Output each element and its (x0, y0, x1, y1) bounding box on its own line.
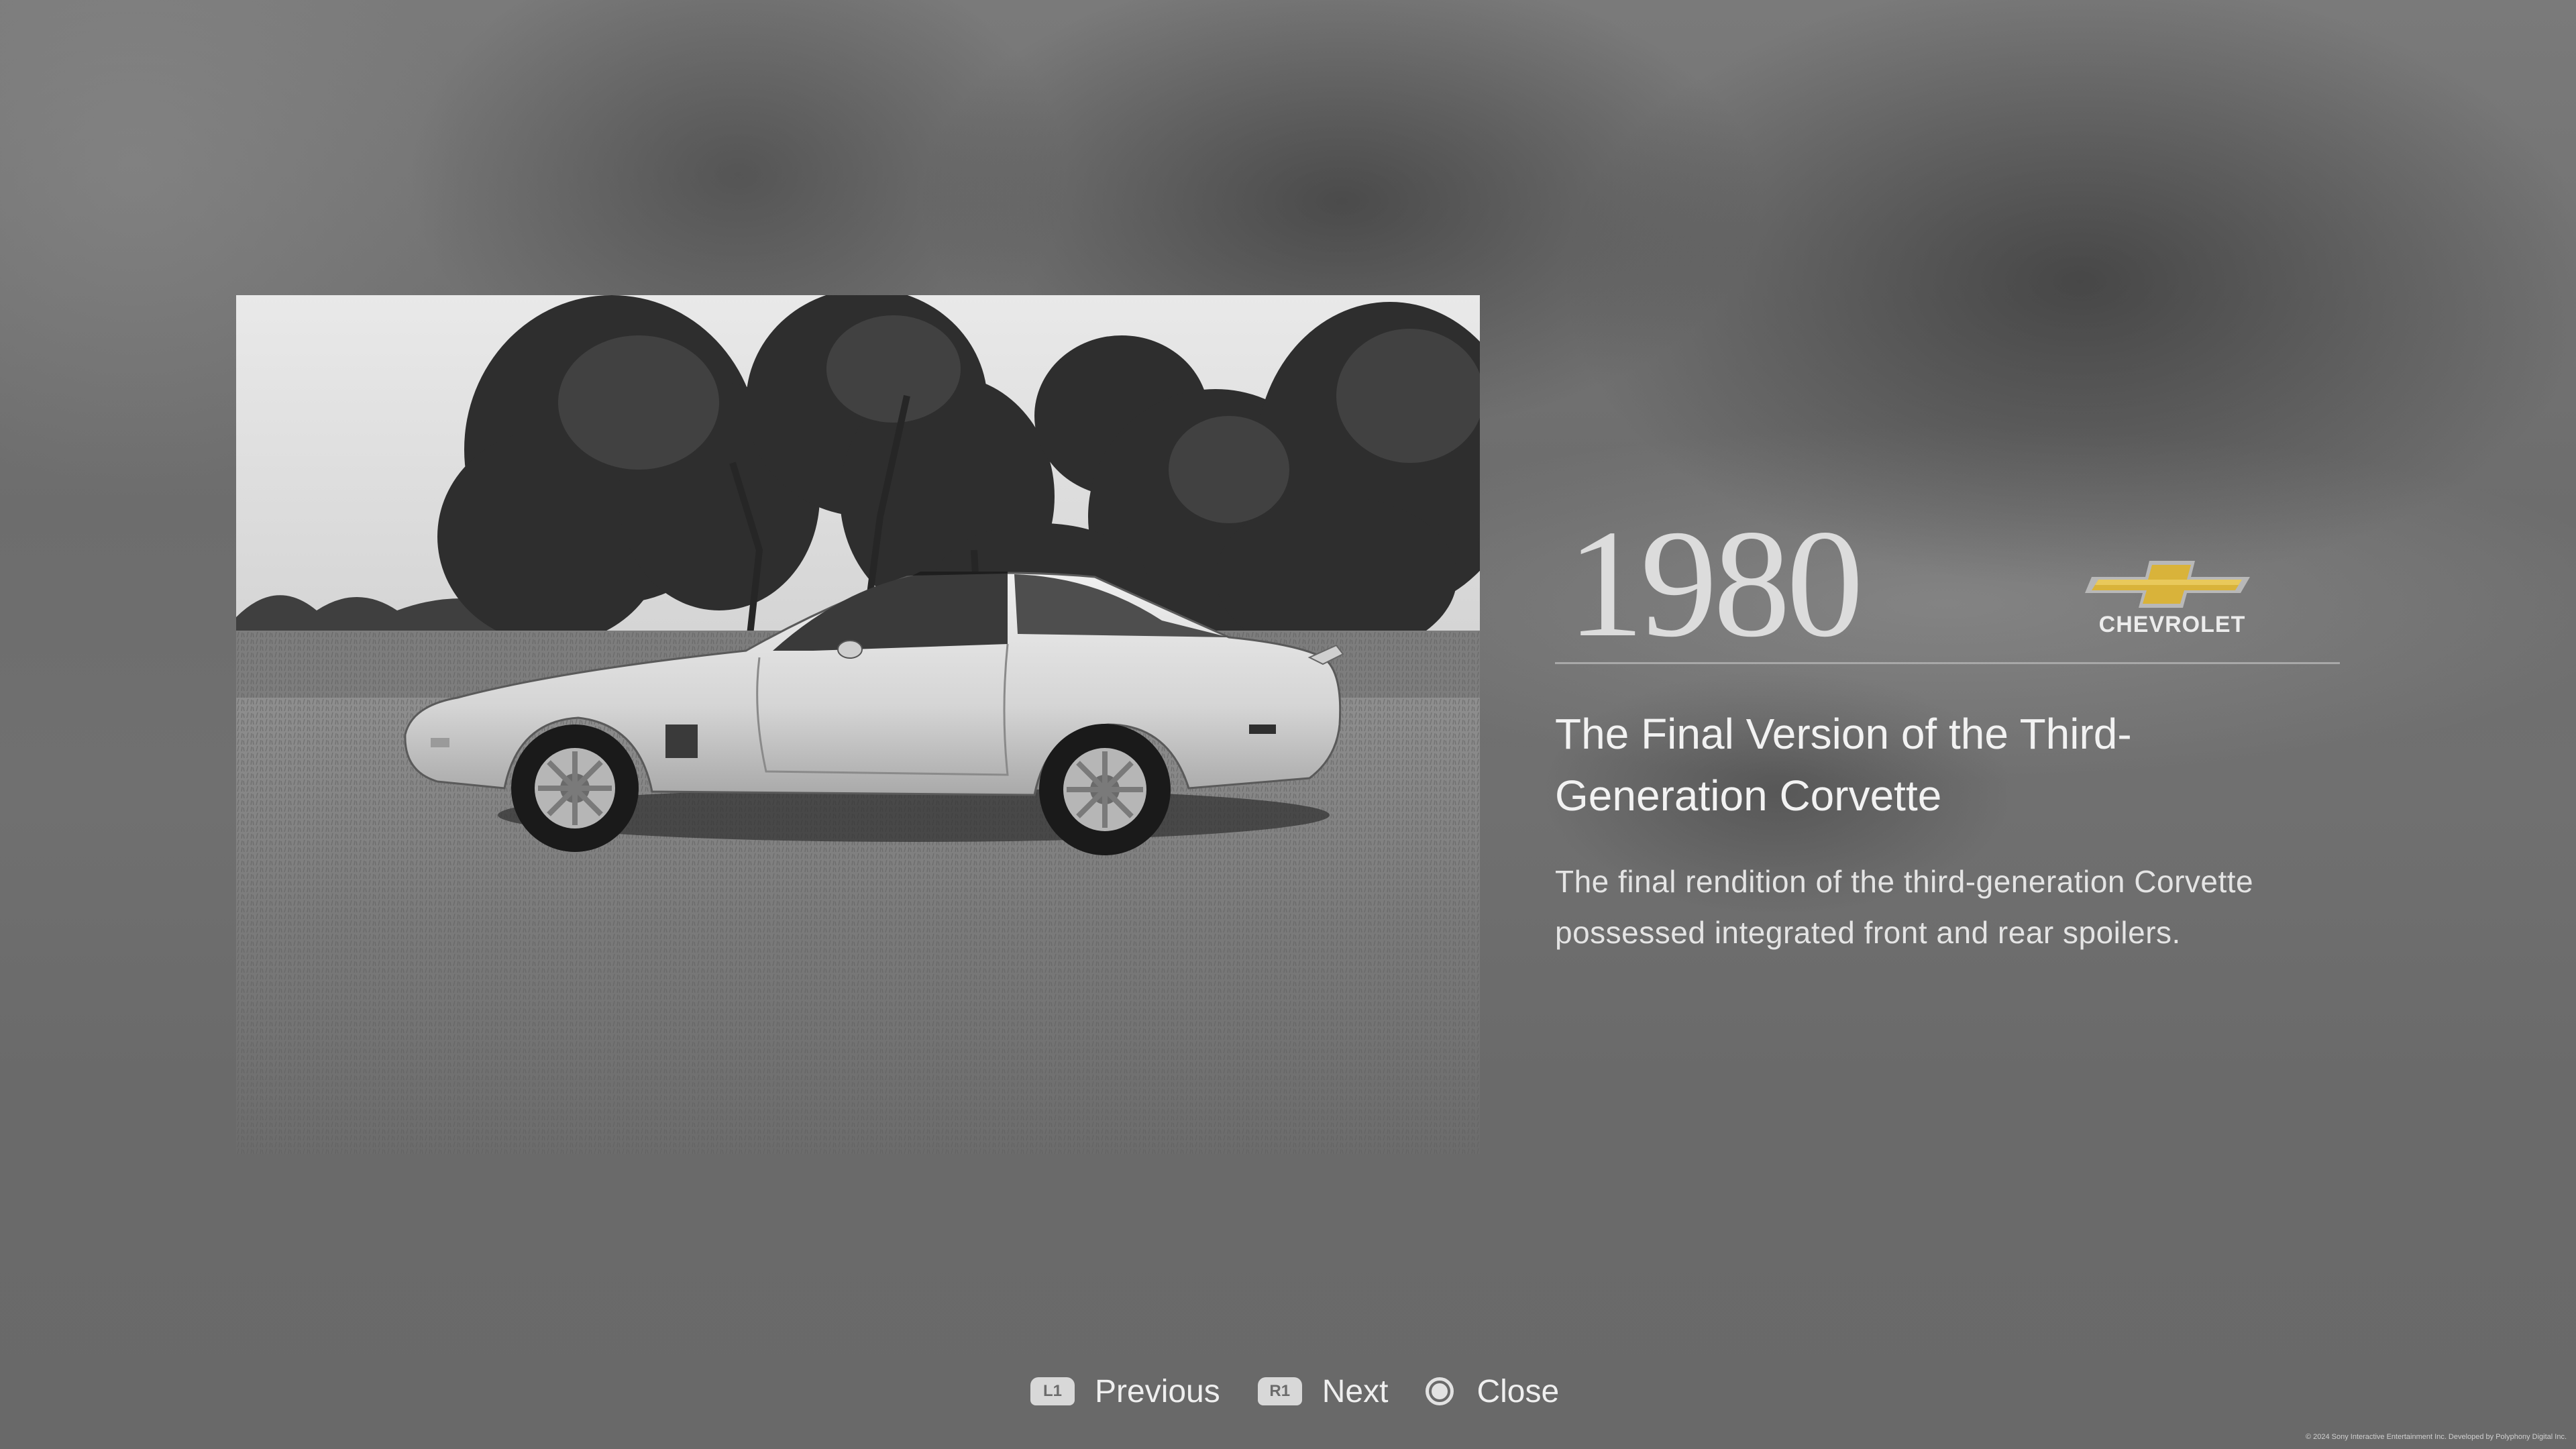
next-button[interactable]: R1 Next (1257, 1373, 1389, 1410)
brand-name: CHEVROLET (2098, 612, 2246, 637)
headline: The Final Version of the Third-Generatio… (1555, 710, 2132, 820)
corvette-photo (236, 295, 1480, 1154)
close-label: Close (1477, 1373, 1560, 1409)
copyright-text: © 2024 Sony Interactive Entertainment In… (2305, 1433, 2567, 1441)
description: The final rendition of the third-generat… (1555, 864, 2254, 950)
previous-label: Previous (1095, 1373, 1220, 1409)
model-year: 1980 (1567, 498, 1864, 669)
l1-button-icon: L1 (1030, 1377, 1075, 1405)
circle-button-icon (1426, 1377, 1454, 1405)
next-label: Next (1322, 1373, 1389, 1409)
divider (1555, 662, 2340, 664)
close-button[interactable]: Close (1426, 1373, 1559, 1410)
bowtie-icon (2085, 561, 2250, 608)
chevrolet-logo: CHEVROLET (2085, 551, 2259, 639)
museum-viewer-screen: 1980 CHEVROLET The Final Version of the … (0, 0, 2576, 1449)
control-hints: L1 Previous R1 Next Close (1030, 1368, 1597, 1414)
previous-button[interactable]: L1 Previous (1030, 1373, 1220, 1410)
r1-button-icon: R1 (1257, 1377, 1302, 1405)
photo-illustration (236, 295, 1480, 1154)
